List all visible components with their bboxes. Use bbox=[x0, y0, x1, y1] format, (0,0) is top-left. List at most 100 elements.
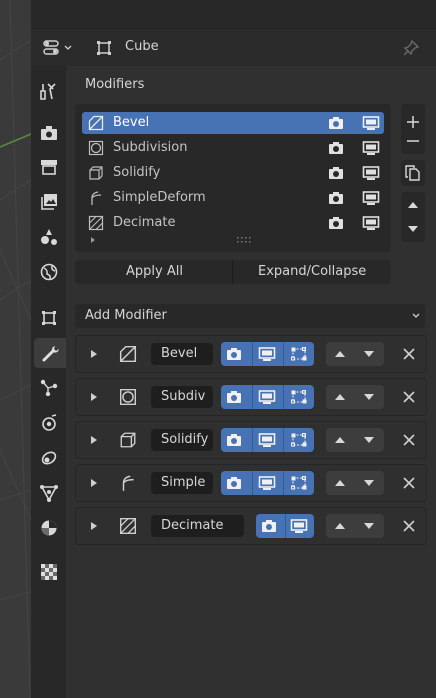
move-down-icon[interactable] bbox=[363, 478, 375, 488]
simpledeform-icon bbox=[122, 475, 134, 491]
list-item[interactable]: Subdivision bbox=[82, 137, 384, 159]
top-bar bbox=[31, 0, 436, 28]
tab-object[interactable] bbox=[34, 303, 64, 333]
camera-icon[interactable] bbox=[226, 432, 242, 448]
camera-icon[interactable] bbox=[328, 165, 344, 181]
camera-icon[interactable] bbox=[226, 346, 242, 362]
list-item[interactable]: Bevel bbox=[82, 112, 384, 134]
monitor-icon[interactable] bbox=[362, 190, 380, 206]
move-down-icon[interactable] bbox=[363, 392, 375, 402]
monitor-icon[interactable] bbox=[290, 518, 308, 534]
visibility-toggles bbox=[256, 514, 314, 538]
move-down-icon[interactable] bbox=[363, 521, 375, 531]
monitor-icon[interactable] bbox=[362, 165, 380, 181]
modifier-name-field[interactable]: Solidify bbox=[151, 429, 213, 451]
camera-icon[interactable] bbox=[328, 190, 344, 206]
modifier-stack-list[interactable]: Bevel Subdivision Solidify SimpleDeform … bbox=[75, 104, 391, 252]
modifier-name-field[interactable]: Subdiv bbox=[151, 386, 213, 408]
expand-triangle-icon[interactable] bbox=[90, 435, 98, 445]
editmode-icon[interactable] bbox=[290, 389, 308, 405]
camera-icon[interactable] bbox=[328, 115, 344, 131]
monitor-icon[interactable] bbox=[258, 475, 276, 491]
expand-triangle-icon[interactable] bbox=[90, 392, 98, 402]
expand-triangle-icon[interactable] bbox=[90, 349, 98, 359]
close-icon[interactable] bbox=[403, 391, 415, 403]
tab-texture[interactable] bbox=[34, 557, 64, 587]
list-item-label: Decimate bbox=[113, 215, 176, 230]
move-down-icon[interactable] bbox=[363, 349, 375, 359]
editmode-icon[interactable] bbox=[290, 475, 308, 491]
close-icon[interactable] bbox=[403, 348, 415, 360]
resize-grip-icon[interactable] bbox=[236, 237, 252, 243]
tab-physics[interactable] bbox=[34, 408, 64, 438]
monitor-icon[interactable] bbox=[258, 432, 276, 448]
camera-icon[interactable] bbox=[226, 475, 242, 491]
physics-icon bbox=[42, 414, 57, 431]
move-up-icon[interactable] bbox=[407, 200, 419, 210]
close-icon[interactable] bbox=[403, 477, 415, 489]
camera-icon[interactable] bbox=[328, 215, 344, 231]
tool-icon bbox=[40, 83, 56, 100]
list-item[interactable]: Decimate bbox=[82, 212, 384, 234]
tab-output[interactable] bbox=[34, 152, 64, 182]
move-down-icon[interactable] bbox=[407, 224, 419, 234]
add-icon[interactable] bbox=[406, 115, 420, 129]
properties-tabs bbox=[31, 66, 67, 698]
tab-constraints[interactable] bbox=[34, 443, 64, 473]
close-icon[interactable] bbox=[403, 434, 415, 446]
remove-icon[interactable] bbox=[406, 139, 420, 143]
pin-icon[interactable] bbox=[402, 39, 420, 57]
tab-world[interactable] bbox=[34, 257, 64, 287]
tab-tool[interactable] bbox=[34, 76, 64, 106]
modifier-name-field[interactable]: Decimate bbox=[151, 515, 244, 537]
render-icon bbox=[41, 126, 57, 140]
move-up-icon[interactable] bbox=[334, 435, 346, 445]
move-up-icon[interactable] bbox=[334, 521, 346, 531]
move-down-icon[interactable] bbox=[363, 435, 375, 445]
move-group bbox=[401, 192, 425, 242]
tab-scene[interactable] bbox=[34, 222, 64, 252]
copy-button[interactable] bbox=[401, 160, 425, 186]
move-up-icon[interactable] bbox=[334, 478, 346, 488]
apply-all-button[interactable]: Apply All bbox=[126, 264, 183, 279]
reorder-buttons bbox=[326, 428, 384, 452]
tab-particles[interactable] bbox=[34, 373, 64, 403]
editor-type-dropdown[interactable] bbox=[43, 39, 77, 57]
view-layer-icon bbox=[41, 194, 57, 210]
tab-data[interactable] bbox=[34, 478, 64, 508]
list-item[interactable]: Solidify bbox=[82, 162, 384, 184]
visibility-toggles bbox=[221, 428, 314, 452]
monitor-icon[interactable] bbox=[258, 346, 276, 362]
monitor-icon[interactable] bbox=[258, 389, 276, 405]
tab-render[interactable] bbox=[34, 118, 64, 148]
divider bbox=[232, 260, 233, 284]
tab-modifiers[interactable] bbox=[34, 338, 67, 368]
texture-icon bbox=[41, 564, 57, 580]
tab-material[interactable] bbox=[34, 513, 64, 543]
close-icon[interactable] bbox=[403, 520, 415, 532]
move-up-icon[interactable] bbox=[334, 392, 346, 402]
move-up-icon[interactable] bbox=[334, 349, 346, 359]
monitor-icon[interactable] bbox=[362, 215, 380, 231]
tab-view-layer[interactable] bbox=[34, 187, 64, 217]
viewport-3d-edge[interactable] bbox=[0, 0, 31, 698]
expand-triangle-icon[interactable] bbox=[90, 521, 98, 531]
particles-icon bbox=[40, 379, 58, 397]
modifier-name-field[interactable]: Simple bbox=[151, 472, 213, 494]
camera-icon[interactable] bbox=[226, 389, 242, 405]
filter-options-triangle-icon[interactable] bbox=[89, 236, 97, 244]
reorder-buttons bbox=[326, 471, 384, 495]
expand-collapse-button[interactable]: Expand/Collapse bbox=[258, 264, 366, 279]
subdivision-icon bbox=[120, 389, 136, 405]
monitor-icon[interactable] bbox=[362, 140, 380, 156]
add-modifier-dropdown[interactable]: Add Modifier bbox=[75, 304, 425, 328]
editmode-icon[interactable] bbox=[290, 346, 308, 362]
editmode-icon[interactable] bbox=[290, 432, 308, 448]
monitor-icon[interactable] bbox=[362, 115, 380, 131]
modifier-icon bbox=[42, 346, 59, 362]
modifier-name-field[interactable]: Bevel bbox=[151, 343, 213, 365]
camera-icon[interactable] bbox=[328, 140, 344, 156]
expand-triangle-icon[interactable] bbox=[90, 478, 98, 488]
list-item[interactable]: SimpleDeform bbox=[82, 187, 384, 209]
camera-icon[interactable] bbox=[261, 518, 277, 534]
